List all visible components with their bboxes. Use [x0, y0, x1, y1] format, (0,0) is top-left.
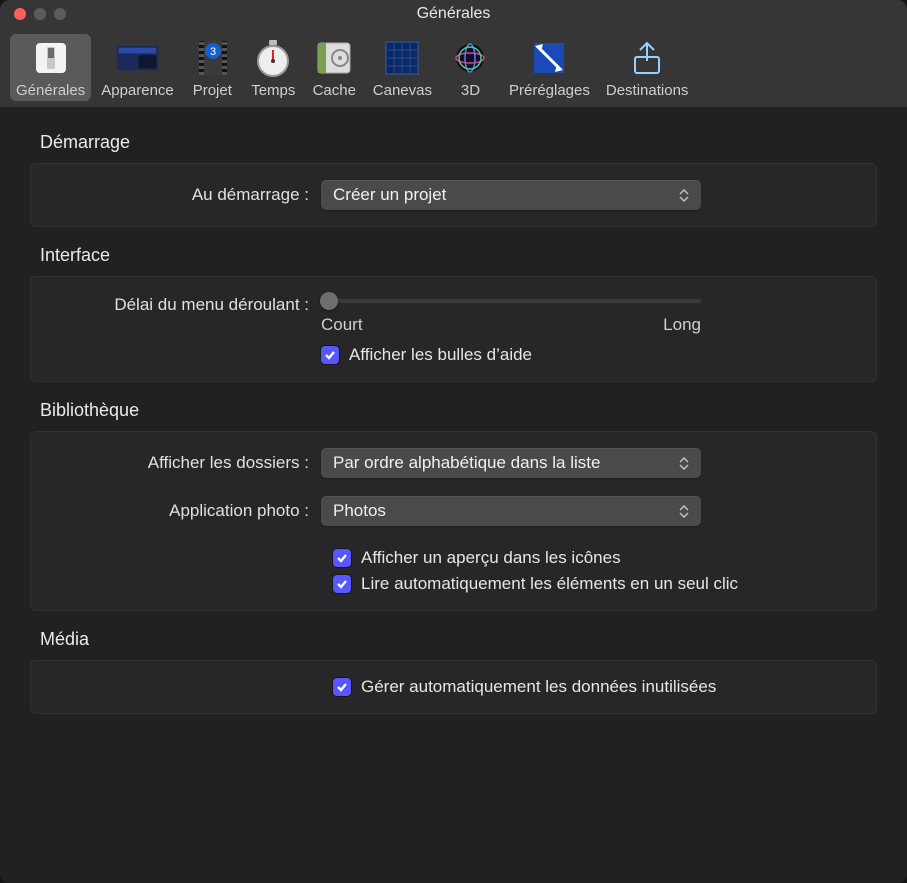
tab-label: Préréglages [509, 82, 590, 99]
dropdown-delay-label: Délai du menu déroulant : [51, 293, 321, 315]
chevron-updown-icon [679, 185, 693, 205]
photo-app-label: Application photo : [51, 501, 321, 521]
tab-project[interactable]: 3 Projet [184, 34, 241, 101]
photo-app-popup[interactable]: Photos [321, 496, 701, 526]
tab-3d[interactable]: 3D [442, 34, 499, 101]
section-library-title: Bibliothèque [40, 400, 877, 421]
library-panel: Afficher les dossiers : Par ordre alphab… [30, 431, 877, 611]
show-tooltips-label: Afficher les bulles d’aide [349, 345, 532, 365]
preferences-window: Générales Générales Apparence [0, 0, 907, 883]
autoplay-label: Lire automatiquement les éléments en un … [361, 574, 738, 594]
chevron-updown-icon [679, 453, 693, 473]
photo-app-value: Photos [333, 501, 386, 521]
cache-icon [312, 38, 357, 78]
content-area: Démarrage Au démarrage : Créer un projet… [0, 108, 907, 883]
tab-presets[interactable]: Préréglages [503, 34, 596, 101]
show-tooltips-checkbox[interactable] [321, 346, 339, 364]
auto-manage-checkbox[interactable] [333, 678, 351, 696]
show-folders-popup[interactable]: Par ordre alphabétique dans la liste [321, 448, 701, 478]
chevron-updown-icon [679, 501, 693, 521]
slider-thumb[interactable] [320, 292, 338, 310]
startup-panel: Au démarrage : Créer un projet [30, 163, 877, 227]
section-interface-title: Interface [40, 245, 877, 266]
minimize-button[interactable] [34, 8, 46, 20]
show-preview-checkbox[interactable] [333, 549, 351, 567]
tab-label: Apparence [101, 82, 174, 99]
zoom-button[interactable] [54, 8, 66, 20]
window-title: Générales [0, 5, 907, 23]
close-button[interactable] [14, 8, 26, 20]
presets-icon [527, 38, 572, 78]
tab-label: Temps [251, 82, 295, 99]
tab-general[interactable]: Générales [10, 34, 91, 101]
slider-long-label: Long [663, 315, 701, 335]
tab-time[interactable]: Temps [245, 34, 302, 101]
svg-text:3: 3 [210, 46, 216, 58]
tab-label: Cache [313, 82, 356, 99]
autoplay-checkbox[interactable] [333, 575, 351, 593]
time-icon [251, 38, 296, 78]
project-icon: 3 [190, 38, 235, 78]
show-folders-label: Afficher les dossiers : [51, 453, 321, 473]
canvas-icon [380, 38, 425, 78]
at-startup-popup[interactable]: Créer un projet [321, 180, 701, 210]
destinations-icon [625, 38, 670, 78]
tab-destinations[interactable]: Destinations [600, 34, 695, 101]
tab-cache[interactable]: Cache [306, 34, 363, 101]
at-startup-label: Au démarrage : [51, 185, 321, 205]
tab-label: 3D [461, 82, 480, 99]
general-icon [28, 38, 73, 78]
media-panel: Gérer automatiquement les données inutil… [30, 660, 877, 714]
at-startup-value: Créer un projet [333, 185, 446, 205]
slider-short-label: Court [321, 315, 363, 335]
tab-label: Projet [193, 82, 232, 99]
show-folders-value: Par ordre alphabétique dans la liste [333, 453, 600, 473]
titlebar: Générales [0, 0, 907, 28]
section-startup-title: Démarrage [40, 132, 877, 153]
tab-label: Générales [16, 82, 85, 99]
3d-icon [448, 38, 493, 78]
tab-appearance[interactable]: Apparence [95, 34, 180, 101]
appearance-icon [115, 38, 160, 78]
auto-manage-label: Gérer automatiquement les données inutil… [361, 677, 716, 697]
section-media-title: Média [40, 629, 877, 650]
toolbar: Générales Apparence [0, 28, 907, 108]
dropdown-delay-slider[interactable] [321, 293, 701, 309]
tab-label: Canevas [373, 82, 432, 99]
tab-canvas[interactable]: Canevas [367, 34, 438, 101]
show-preview-label: Afficher un aperçu dans les icônes [361, 548, 621, 568]
traffic-lights [14, 8, 66, 20]
interface-panel: Délai du menu déroulant : Court Long [30, 276, 877, 382]
tab-label: Destinations [606, 82, 689, 99]
